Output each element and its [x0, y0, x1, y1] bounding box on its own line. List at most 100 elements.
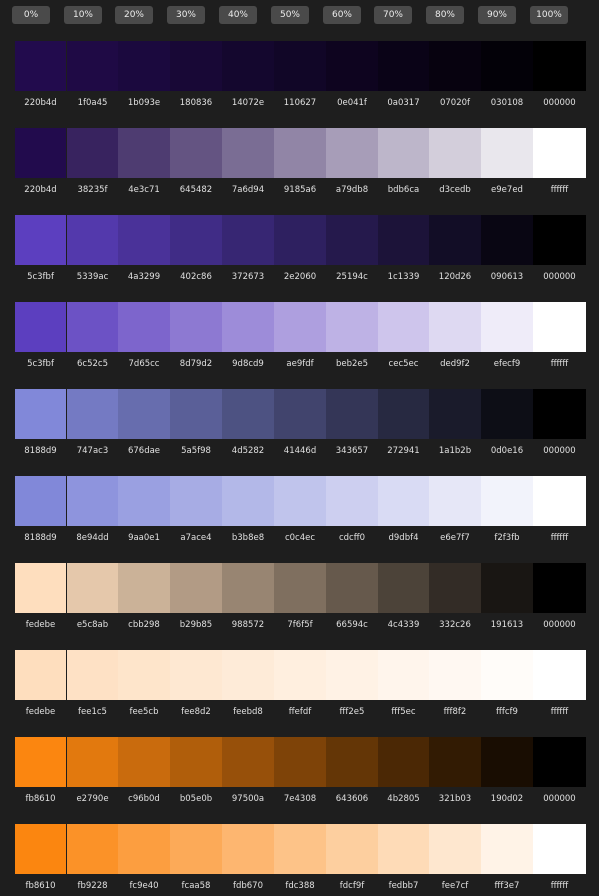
color-swatch[interactable]: [274, 563, 326, 613]
color-swatch[interactable]: [118, 128, 170, 178]
color-swatch[interactable]: [15, 302, 66, 352]
color-swatch[interactable]: [326, 389, 378, 439]
color-swatch[interactable]: [15, 563, 66, 613]
color-swatch[interactable]: [326, 128, 378, 178]
percent-button-7[interactable]: 70%: [374, 6, 412, 24]
color-swatch[interactable]: [533, 41, 586, 91]
color-swatch[interactable]: [481, 563, 533, 613]
color-swatch[interactable]: [170, 302, 222, 352]
color-swatch[interactable]: [274, 824, 326, 874]
color-swatch[interactable]: [274, 302, 326, 352]
color-swatch[interactable]: [67, 128, 118, 178]
color-swatch[interactable]: [222, 128, 274, 178]
color-swatch[interactable]: [15, 476, 66, 526]
color-swatch[interactable]: [429, 476, 481, 526]
color-swatch[interactable]: [118, 650, 170, 700]
color-swatch[interactable]: [274, 650, 326, 700]
color-swatch[interactable]: [222, 389, 274, 439]
percent-button-4[interactable]: 40%: [219, 6, 257, 24]
color-swatch[interactable]: [67, 41, 118, 91]
color-swatch[interactable]: [274, 476, 326, 526]
color-swatch[interactable]: [429, 302, 481, 352]
color-swatch[interactable]: [326, 737, 378, 787]
color-swatch[interactable]: [274, 128, 326, 178]
color-swatch[interactable]: [274, 41, 326, 91]
color-swatch[interactable]: [222, 824, 274, 874]
color-swatch[interactable]: [481, 302, 533, 352]
percent-button-2[interactable]: 20%: [115, 6, 153, 24]
color-swatch[interactable]: [533, 389, 586, 439]
color-swatch[interactable]: [274, 737, 326, 787]
color-swatch[interactable]: [533, 737, 586, 787]
color-swatch[interactable]: [170, 824, 222, 874]
color-swatch[interactable]: [326, 824, 378, 874]
color-swatch[interactable]: [326, 41, 378, 91]
color-swatch[interactable]: [222, 650, 274, 700]
color-swatch[interactable]: [274, 389, 326, 439]
color-swatch[interactable]: [222, 302, 274, 352]
color-swatch[interactable]: [118, 215, 170, 265]
color-swatch[interactable]: [378, 824, 429, 874]
color-swatch[interactable]: [378, 476, 429, 526]
color-swatch[interactable]: [222, 41, 274, 91]
color-swatch[interactable]: [15, 41, 66, 91]
color-swatch[interactable]: [533, 563, 586, 613]
color-swatch[interactable]: [15, 650, 66, 700]
color-swatch[interactable]: [118, 41, 170, 91]
percent-button-3[interactable]: 30%: [167, 6, 205, 24]
color-swatch[interactable]: [326, 476, 378, 526]
color-swatch[interactable]: [429, 215, 481, 265]
color-swatch[interactable]: [222, 563, 274, 613]
color-swatch[interactable]: [222, 476, 274, 526]
color-swatch[interactable]: [170, 215, 222, 265]
color-swatch[interactable]: [481, 476, 533, 526]
color-swatch[interactable]: [67, 215, 118, 265]
color-swatch[interactable]: [170, 563, 222, 613]
color-swatch[interactable]: [170, 650, 222, 700]
percent-button-0[interactable]: 0%: [12, 6, 50, 24]
color-swatch[interactable]: [326, 650, 378, 700]
color-swatch[interactable]: [274, 215, 326, 265]
color-swatch[interactable]: [67, 389, 118, 439]
color-swatch[interactable]: [378, 389, 429, 439]
color-swatch[interactable]: [67, 737, 118, 787]
color-swatch[interactable]: [429, 389, 481, 439]
color-swatch[interactable]: [429, 563, 481, 613]
color-swatch[interactable]: [170, 476, 222, 526]
color-swatch[interactable]: [118, 476, 170, 526]
color-swatch[interactable]: [481, 737, 533, 787]
color-swatch[interactable]: [15, 215, 66, 265]
color-swatch[interactable]: [378, 650, 429, 700]
color-swatch[interactable]: [118, 302, 170, 352]
percent-button-1[interactable]: 10%: [64, 6, 102, 24]
percent-button-9[interactable]: 90%: [478, 6, 516, 24]
color-swatch[interactable]: [378, 563, 429, 613]
color-swatch[interactable]: [170, 737, 222, 787]
color-swatch[interactable]: [326, 563, 378, 613]
percent-button-5[interactable]: 50%: [271, 6, 309, 24]
color-swatch[interactable]: [378, 302, 429, 352]
percent-button-10[interactable]: 100%: [530, 6, 568, 24]
color-swatch[interactable]: [15, 824, 66, 874]
percent-button-6[interactable]: 60%: [323, 6, 361, 24]
color-swatch[interactable]: [533, 650, 586, 700]
color-swatch[interactable]: [481, 41, 533, 91]
color-swatch[interactable]: [222, 215, 274, 265]
color-swatch[interactable]: [378, 41, 429, 91]
color-swatch[interactable]: [533, 302, 586, 352]
color-swatch[interactable]: [67, 476, 118, 526]
color-swatch[interactable]: [170, 128, 222, 178]
color-swatch[interactable]: [533, 128, 586, 178]
color-swatch[interactable]: [118, 824, 170, 874]
color-swatch[interactable]: [67, 302, 118, 352]
color-swatch[interactable]: [533, 824, 586, 874]
color-swatch[interactable]: [15, 737, 66, 787]
color-swatch[interactable]: [481, 389, 533, 439]
color-swatch[interactable]: [170, 41, 222, 91]
color-swatch[interactable]: [481, 824, 533, 874]
color-swatch[interactable]: [533, 476, 586, 526]
color-swatch[interactable]: [378, 215, 429, 265]
color-swatch[interactable]: [67, 824, 118, 874]
color-swatch[interactable]: [378, 737, 429, 787]
percent-button-8[interactable]: 80%: [426, 6, 464, 24]
